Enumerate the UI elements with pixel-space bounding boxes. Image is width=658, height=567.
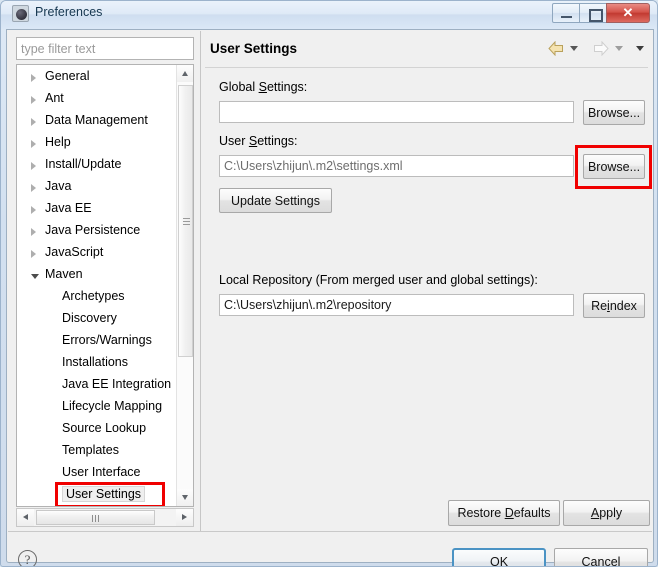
sidebar-item-installations[interactable]: Installations xyxy=(17,353,177,375)
sidebar-item-data-management[interactable]: Data Management xyxy=(17,111,177,133)
scroll-up-arrow-icon[interactable] xyxy=(177,65,193,82)
tree-horizontal-scrollbar[interactable] xyxy=(16,508,194,527)
sidebar-item-label: Java xyxy=(45,179,72,193)
local-repository-input[interactable] xyxy=(219,294,574,316)
sidebar-item-java[interactable]: Java xyxy=(17,177,177,199)
sidebar-item-general[interactable]: General xyxy=(17,67,177,89)
sidebar-item-label: Maven xyxy=(45,267,83,281)
tree-vertical-scrollbar[interactable] xyxy=(176,65,193,506)
sidebar-item-templates[interactable]: Templates xyxy=(17,441,177,463)
horizontal-scrollbar-thumb[interactable] xyxy=(36,510,155,525)
search-input[interactable] xyxy=(16,37,194,60)
sidebar-item-label: User Settings xyxy=(62,486,146,502)
update-settings-button[interactable]: Update Settings xyxy=(219,188,332,213)
sidebar-item-label: Lifecycle Mapping xyxy=(62,399,163,413)
sidebar-item-label: Help xyxy=(45,135,71,149)
sidebar-item-label: Errors/Warnings xyxy=(62,333,152,347)
sidebar-item-discovery[interactable]: Discovery xyxy=(17,309,177,331)
sidebar-item-errors-warnings[interactable]: Errors/Warnings xyxy=(17,331,177,353)
sidebar-item-java-ee[interactable]: Java EE xyxy=(17,199,177,221)
chevron-right-icon[interactable] xyxy=(31,74,36,82)
dialog-footer: ? OK Cancel xyxy=(8,532,652,566)
chevron-right-icon[interactable] xyxy=(31,250,36,258)
sidebar-item-ant[interactable]: Ant xyxy=(17,89,177,111)
sidebar-item-label: Install/Update xyxy=(45,157,122,171)
chevron-right-icon[interactable] xyxy=(31,118,36,126)
user-settings-browse-button[interactable]: Browse... xyxy=(583,154,645,179)
user-settings-label: User Settings: xyxy=(219,134,298,148)
close-button[interactable] xyxy=(606,3,650,23)
scroll-right-arrow-icon[interactable] xyxy=(176,509,193,526)
panel-divider xyxy=(200,31,201,531)
user-settings-input[interactable] xyxy=(219,155,574,177)
chevron-right-icon[interactable] xyxy=(31,140,36,148)
sidebar-item-user-settings[interactable]: User Settings xyxy=(17,485,177,506)
apply-button[interactable]: Apply xyxy=(563,500,650,526)
back-history-dropdown-icon[interactable] xyxy=(570,46,578,51)
chevron-right-icon[interactable] xyxy=(31,206,36,214)
sidebar-item-label: Installations xyxy=(62,355,129,369)
sidebar-item-label: General xyxy=(45,69,90,83)
restore-button[interactable] xyxy=(579,3,607,23)
sidebar-item-label: Discovery xyxy=(62,311,117,325)
window-title: Preferences xyxy=(35,5,103,19)
sidebar-item-label: Ant xyxy=(45,91,64,105)
help-icon[interactable]: ? xyxy=(18,550,37,566)
sidebar-item-lifecycle-mapping[interactable]: Lifecycle Mapping xyxy=(17,397,177,419)
sidebar-item-label: Java EE xyxy=(45,201,92,215)
ok-button[interactable]: OK xyxy=(452,548,546,566)
restore-defaults-button[interactable]: Restore Defaults xyxy=(448,500,560,526)
sidebar-item-install-update[interactable]: Install/Update xyxy=(17,155,177,177)
page-title: User Settings xyxy=(210,41,298,56)
chevron-down-icon[interactable] xyxy=(31,274,39,279)
sidebar-item-label: Archetypes xyxy=(62,289,125,303)
sidebar-item-label: Java Persistence xyxy=(45,223,141,237)
sidebar-item-java-persistence[interactable]: Java Persistence xyxy=(17,221,177,243)
chevron-right-icon[interactable] xyxy=(31,228,36,236)
scroll-down-arrow-icon[interactable] xyxy=(177,489,193,506)
arrow-left-icon[interactable] xyxy=(548,41,564,56)
gear-icon xyxy=(12,5,29,22)
global-settings-label: Global Settings: xyxy=(219,80,308,94)
sidebar-item-label: Templates xyxy=(62,443,119,457)
global-settings-input[interactable] xyxy=(219,101,574,123)
cancel-button[interactable]: Cancel xyxy=(554,548,648,566)
sidebar-item-label: Source Lookup xyxy=(62,421,147,435)
chevron-right-icon[interactable] xyxy=(31,96,36,104)
sidebar-item-source-lookup[interactable]: Source Lookup xyxy=(17,419,177,441)
sidebar-item-java-ee-integration[interactable]: Java EE Integration xyxy=(17,375,177,397)
dialog-content: General Ant Data Management Help Install/Upd… xyxy=(8,31,652,566)
scroll-left-arrow-icon[interactable] xyxy=(17,509,34,526)
local-repository-label: Local Repository (From merged user and g… xyxy=(219,273,538,287)
minimize-button[interactable] xyxy=(552,3,580,23)
sidebar-item-archetypes[interactable]: Archetypes xyxy=(17,287,177,309)
sidebar-item-label: User Interface xyxy=(62,465,141,479)
sidebar-item-javascript[interactable]: JavaScript xyxy=(17,243,177,265)
preferences-tree[interactable]: General Ant Data Management Help Install/Upd… xyxy=(16,64,194,507)
chevron-right-icon[interactable] xyxy=(31,162,36,170)
reindex-button[interactable]: Reindex xyxy=(583,293,645,318)
global-settings-browse-button[interactable]: Browse... xyxy=(583,100,645,125)
sidebar-item-label: Java EE Integration xyxy=(62,377,172,391)
vertical-scrollbar-thumb[interactable] xyxy=(178,85,193,357)
window-titlebar: Preferences xyxy=(1,1,657,29)
sidebar-item-label: Data Management xyxy=(45,113,148,127)
sidebar-item-maven[interactable]: Maven xyxy=(17,265,177,287)
user-settings-panel: User Settings Global Settings: Browse... xyxy=(203,31,652,531)
sidebar-item-user-interface[interactable]: User Interface xyxy=(17,463,177,485)
panel-title-separator xyxy=(205,67,648,68)
tree-rows-container: General Ant Data Management Help Install/Upd… xyxy=(17,65,177,506)
arrow-right-icon xyxy=(594,41,609,56)
dialog-body: General Ant Data Management Help Install/Upd… xyxy=(6,29,654,566)
preferences-window: Preferences General Ant Data Management Hel… xyxy=(0,0,658,567)
sidebar-item-label: JavaScript xyxy=(45,245,104,259)
forward-history-dropdown-icon xyxy=(615,46,623,51)
panel-menu-dropdown-icon[interactable] xyxy=(636,46,644,51)
chevron-right-icon[interactable] xyxy=(31,184,36,192)
sidebar-item-help[interactable]: Help xyxy=(17,133,177,155)
